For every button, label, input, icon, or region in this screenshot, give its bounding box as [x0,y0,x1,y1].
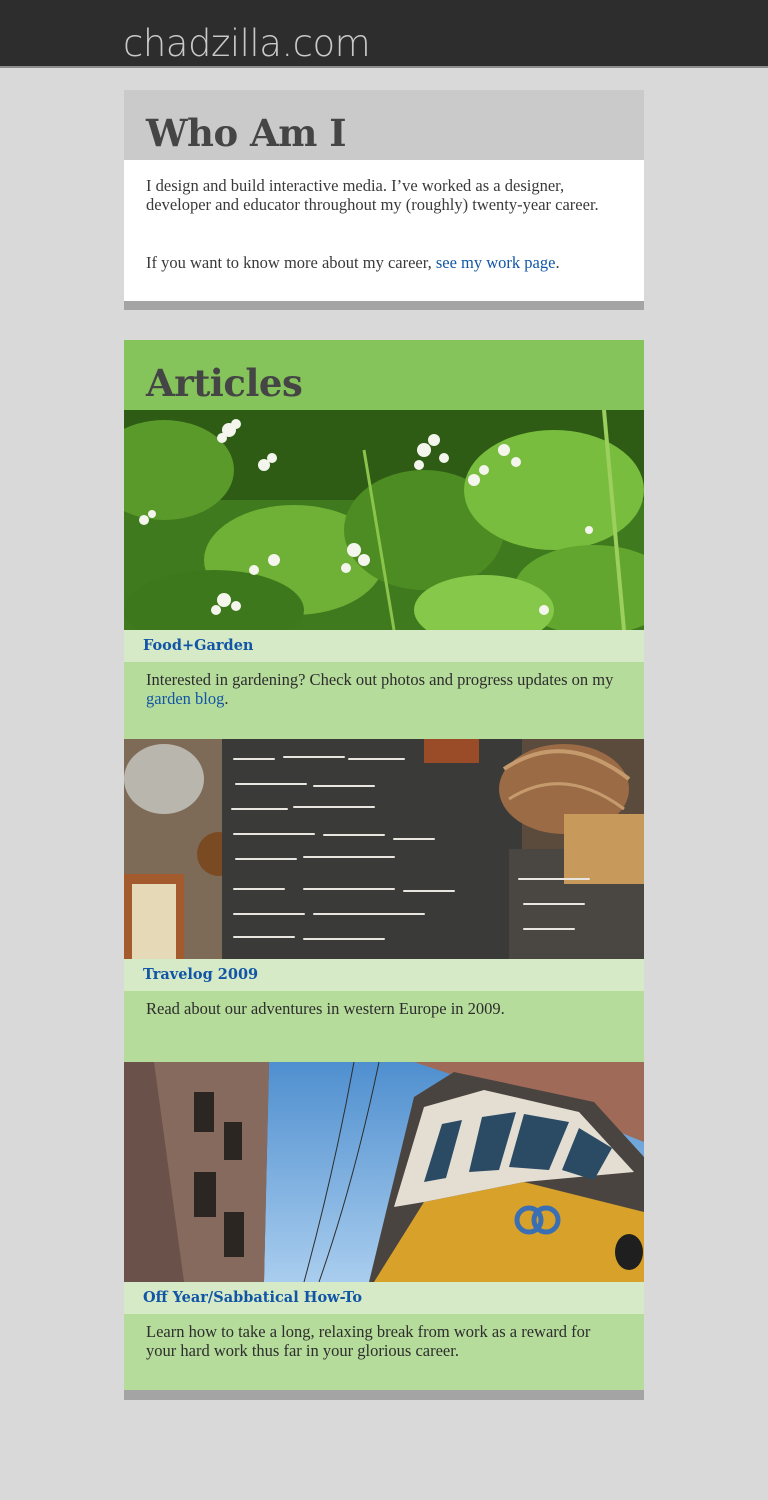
work-page-suffix: . [555,253,560,272]
work-page-paragraph: If you want to know more about my career… [146,253,624,272]
who-am-i-panel: Who Am I I design and build interactive … [124,90,644,310]
article-description: Interested in gardening? Check out photo… [124,662,644,739]
articles-heading: Articles [146,361,303,405]
travelog-title-link[interactable]: Travelog 2009 [143,966,258,984]
article-title-bar: Travelog 2009 [124,959,644,991]
work-page-link[interactable]: see my work page [436,253,556,272]
work-page-prefix: If you want to know more about my career… [146,253,436,272]
travelog-image[interactable] [124,739,644,959]
article-description: Learn how to take a long, relaxing break… [124,1314,644,1390]
top-bar: chadzilla.com [0,0,768,68]
who-am-i-heading: Who Am I [146,111,347,155]
site-logo[interactable]: chadzilla.com [123,24,371,64]
sabbatical-title-link[interactable]: Off Year/Sabbatical How-To [143,1289,362,1307]
article-title-bar: Food+Garden [124,630,644,662]
food-garden-image[interactable] [124,410,644,630]
articles-footer-bar [124,1390,644,1400]
bio-paragraph: I design and build interactive media. I’… [146,176,599,215]
food-garden-title-link[interactable]: Food+Garden [143,637,253,655]
garden-blog-link[interactable]: garden blog [146,689,224,708]
sabbatical-image[interactable] [124,1062,644,1282]
who-am-i-body: I design and build interactive media. I’… [124,160,644,301]
articles-panel: Articles Food+Garden Interested in garde… [124,340,644,1400]
sabbatical-description: Learn how to take a long, relaxing break… [146,1322,591,1361]
food-garden-desc-prefix: Interested in gardening? Check out photo… [146,670,614,689]
who-am-i-header: Who Am I [124,90,644,160]
article-description: Read about our adventures in western Eur… [124,991,644,1062]
articles-header: Articles [124,340,644,410]
article-title-bar: Off Year/Sabbatical How-To [124,1282,644,1314]
food-garden-desc-suffix: . [224,689,229,709]
who-am-i-footer-bar [124,301,644,310]
food-garden-description: Interested in gardening? Check out photo… [146,670,624,708]
travelog-description: Read about our adventures in western Eur… [146,999,505,1018]
